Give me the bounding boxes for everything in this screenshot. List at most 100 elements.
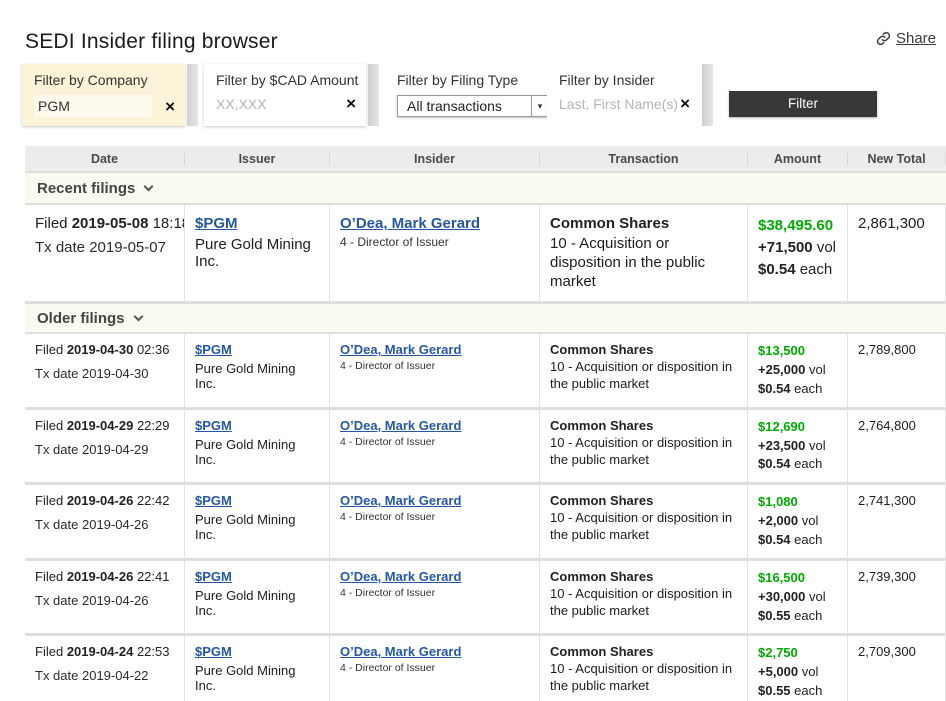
issuer-name: Pure Gold Mining Inc. — [195, 588, 319, 618]
filter-group-company: Filter by Company × — [22, 64, 185, 126]
ticker-link[interactable]: $PGM — [195, 418, 232, 433]
chevron-down-icon — [144, 181, 154, 191]
new-total-cell: 2,709,300 — [848, 636, 946, 701]
date-cell: Filed 2019-05-08 18:18 Tx date 2019-05-0… — [25, 205, 185, 301]
column-header-issuer: Issuer — [185, 152, 330, 166]
section-header-recent-filings[interactable]: Recent filings — [25, 173, 946, 203]
section-header-older-filings[interactable]: Older filings — [25, 304, 946, 332]
table-header-row: Date Issuer Insider Transaction Amount N… — [25, 146, 946, 171]
filter-submit-button[interactable]: Filter — [729, 91, 877, 117]
filter-group-insider: Filter by Insider × — [547, 64, 700, 126]
transaction-desc: 10 - Acquisition or disposition in the p… — [550, 586, 737, 620]
volume-value: +71,500 — [758, 239, 813, 256]
insider-link[interactable]: O’Dea, Mark Gerard — [340, 644, 461, 659]
insider-role: 4 - Director of Issuer — [340, 587, 529, 599]
insider-role: 4 - Director of Issuer — [340, 235, 529, 249]
tx-date: 2019-04-29 — [82, 442, 149, 457]
filing-type-select[interactable]: All transactions ▾ — [397, 95, 549, 117]
filed-date: 2019-04-29 — [67, 418, 134, 433]
column-header-date: Date — [25, 152, 185, 166]
ticker-link[interactable]: $PGM — [195, 493, 232, 508]
table-row: Filed 2019-05-08 18:18 Tx date 2019-05-0… — [25, 205, 946, 301]
tx-date: 2019-04-26 — [82, 517, 149, 532]
filed-time: 22:53 — [137, 644, 170, 659]
insider-link[interactable]: O’Dea, Mark Gerard — [340, 215, 480, 232]
section-label: Recent filings — [37, 180, 135, 197]
clear-amount-icon[interactable]: × — [346, 95, 356, 112]
transaction-cell: Common Shares10 - Acquisition or disposi… — [540, 636, 748, 701]
transaction-desc: 10 - Acquisition or disposition in the p… — [550, 435, 737, 469]
insider-role: 4 - Director of Issuer — [340, 662, 529, 674]
amount-value: $2,750 — [758, 644, 837, 663]
filed-time: 22:29 — [137, 418, 170, 433]
filed-date: 2019-04-24 — [67, 644, 134, 659]
transaction-desc: 10 - Acquisition or disposition in the p… — [550, 235, 737, 291]
section-label: Older filings — [37, 310, 125, 327]
issuer-cell: $PGM Pure Gold Mining Inc. — [185, 205, 330, 301]
tx-date-label: Tx date — [35, 442, 78, 457]
filed-time: 22:42 — [137, 493, 170, 508]
amount-value: $1,080 — [758, 493, 837, 512]
insider-role: 4 - Director of Issuer — [340, 511, 529, 523]
clear-insider-icon[interactable]: × — [680, 95, 690, 112]
table-row: Filed 2019-04-26 22:42Tx date 2019-04-26… — [25, 485, 946, 558]
filed-label: Filed — [35, 493, 63, 508]
ticker-link[interactable]: $PGM — [195, 569, 232, 584]
each-label: each — [800, 261, 833, 278]
amount-filter-label: Filter by $CAD Amount — [216, 72, 356, 88]
insider-link[interactable]: O’Dea, Mark Gerard — [340, 569, 461, 584]
ticker-link[interactable]: $PGM — [195, 342, 232, 357]
issuer-name: Pure Gold Mining Inc. — [195, 663, 319, 693]
price-value: $0.54 — [758, 381, 791, 396]
each-label: each — [794, 532, 822, 547]
each-label: each — [794, 683, 822, 698]
clear-company-icon[interactable]: × — [165, 98, 175, 115]
insider-cell: O’Dea, Mark Gerard 4 - Director of Issuer — [330, 636, 540, 701]
table-row: Filed 2019-04-26 22:41Tx date 2019-04-26… — [25, 561, 946, 634]
ticker-link[interactable]: $PGM — [195, 215, 238, 232]
volume-value: +30,000 — [758, 589, 805, 604]
insider-filter-input[interactable] — [559, 96, 677, 112]
filed-date: 2019-05-08 — [72, 215, 149, 232]
tx-date: 2019-05-07 — [89, 239, 166, 256]
date-cell: Filed 2019-04-26 22:42Tx date 2019-04-26 — [25, 485, 185, 558]
insider-cell: O’Dea, Mark Gerard 4 - Director of Issuer — [330, 334, 540, 407]
date-cell: Filed 2019-04-30 02:36Tx date 2019-04-30 — [25, 334, 185, 407]
transaction-desc: 10 - Acquisition or disposition in the p… — [550, 661, 737, 695]
tx-date-label: Tx date — [35, 517, 78, 532]
amount-filter-input[interactable] — [216, 96, 334, 112]
ticker-link[interactable]: $PGM — [195, 644, 232, 659]
insider-filter-label: Filter by Insider — [559, 72, 690, 88]
filter-bar: Filter by Company × Filter by $CAD Amoun… — [22, 64, 946, 126]
amount-cell: $12,690+23,500 vol$0.54 each — [748, 410, 848, 483]
insider-link[interactable]: O’Dea, Mark Gerard — [340, 493, 461, 508]
transaction-cell: Common Shares10 - Acquisition or disposi… — [540, 485, 748, 558]
transaction-cell: Common Shares10 - Acquisition or disposi… — [540, 561, 748, 634]
vol-label: vol — [809, 438, 826, 453]
filed-time: 02:36 — [137, 342, 170, 357]
each-label: each — [794, 456, 822, 471]
new-total-cell: 2,741,300 — [848, 485, 946, 558]
insider-link[interactable]: O’Dea, Mark Gerard — [340, 418, 461, 433]
security-name: Common Shares — [550, 493, 737, 508]
filter-group-amount: Filter by $CAD Amount × — [204, 64, 366, 126]
issuer-cell: $PGMPure Gold Mining Inc. — [185, 334, 330, 407]
amount-cell: $2,750+5,000 vol$0.55 each — [748, 636, 848, 701]
vol-label: vol — [809, 362, 826, 377]
tx-date: 2019-04-22 — [82, 668, 149, 683]
date-cell: Filed 2019-04-24 22:53Tx date 2019-04-22 — [25, 636, 185, 701]
company-filter-input[interactable] — [34, 95, 152, 117]
insider-cell: O’Dea, Mark Gerard 4 - Director of Issue… — [330, 205, 540, 301]
company-filter-label: Filter by Company — [34, 72, 175, 88]
filter-group-filing-type: Filter by Filing Type All transactions ▾ — [385, 64, 547, 126]
volume-value: +23,500 — [758, 438, 805, 453]
share-button[interactable]: Share — [876, 30, 936, 47]
insider-role: 4 - Director of Issuer — [340, 360, 529, 372]
issuer-name: Pure Gold Mining Inc. — [195, 512, 319, 542]
table-row: Filed 2019-04-29 22:29Tx date 2019-04-29… — [25, 410, 946, 483]
vol-label: vol — [817, 239, 836, 256]
table-row: Filed 2019-04-30 02:36Tx date 2019-04-30… — [25, 334, 946, 407]
insider-link[interactable]: O’Dea, Mark Gerard — [340, 342, 461, 357]
volume-value: +2,000 — [758, 513, 798, 528]
filed-time: 18:18 — [153, 215, 185, 232]
